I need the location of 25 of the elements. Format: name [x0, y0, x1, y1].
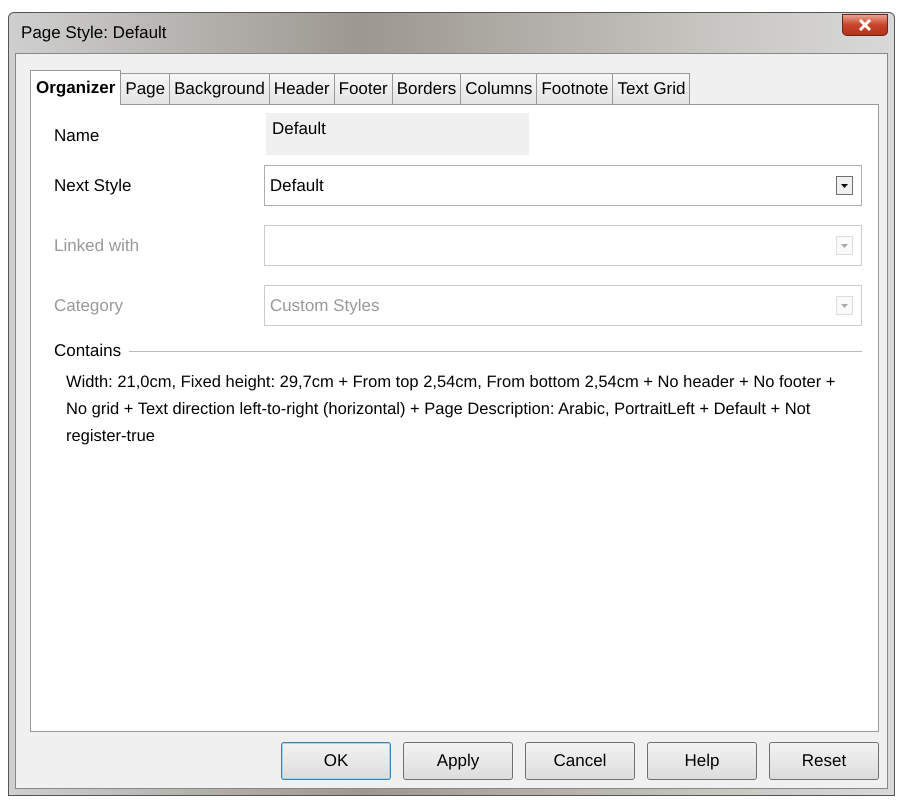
tab[interactable]: Header	[268, 73, 335, 104]
dropdown-field[interactable]: Default	[264, 165, 862, 206]
tab[interactable]: Footnote	[536, 73, 614, 104]
dialog-button[interactable]: Apply	[403, 742, 513, 780]
name-field: Default	[266, 113, 529, 155]
tab[interactable]: Organizer	[30, 70, 122, 105]
dialog-button[interactable]: OK	[281, 742, 391, 780]
tab[interactable]: Text Grid	[612, 73, 690, 104]
field-label: Next Style	[54, 176, 132, 196]
section-heading: Contains	[54, 341, 122, 361]
field-label: Category	[54, 296, 124, 316]
field-label: Name	[54, 126, 100, 146]
field-label: Linked with	[54, 236, 140, 256]
close-button[interactable]	[842, 14, 888, 36]
tab[interactable]: Columns	[460, 73, 538, 104]
tab[interactable]: Borders	[392, 73, 462, 104]
dialog-button[interactable]: Reset	[769, 742, 879, 780]
dialog-button[interactable]: Cancel	[525, 742, 635, 780]
tab[interactable]: Footer	[334, 73, 393, 104]
tab[interactable]: Page	[120, 73, 170, 104]
tab[interactable]: Background	[169, 73, 270, 104]
window-title: Page Style: Default	[20, 23, 167, 43]
dialog-button[interactable]: Help	[647, 742, 757, 780]
close-icon	[858, 19, 872, 31]
style-description: Width: 21,0cm, Fixed height: 29,7cm + From top 2,54cm, From bottom 2,54cm + No header + No footer + No grid + Text direction left-to-right (horizontal) + Page Description: Arabic, PortraitLeft + Default + Not register-true	[66, 372, 836, 447]
